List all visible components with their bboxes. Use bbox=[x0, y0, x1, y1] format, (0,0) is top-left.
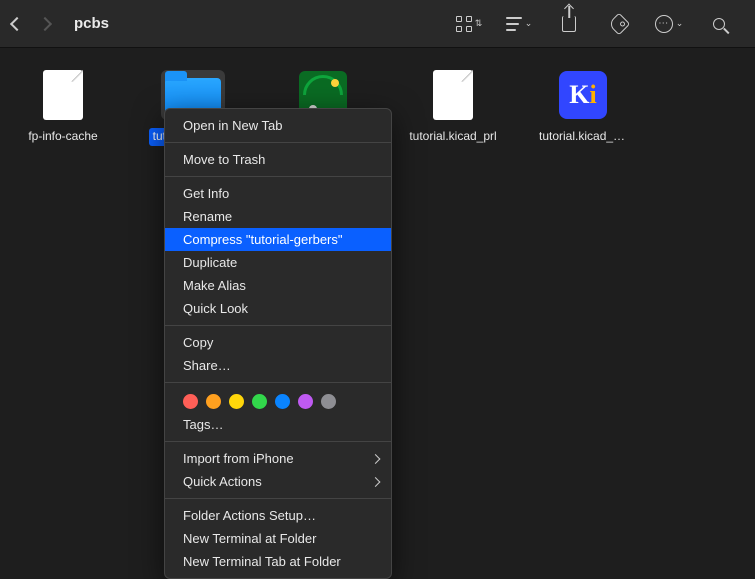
view-icons-button[interactable]: ⇅ bbox=[453, 8, 485, 40]
window-title: pcbs bbox=[74, 15, 109, 32]
document-icon bbox=[433, 70, 473, 120]
file-item[interactable]: fp-info-cache bbox=[18, 70, 108, 146]
tag-purple[interactable] bbox=[298, 394, 313, 409]
menu-separator bbox=[165, 142, 391, 143]
search-icon bbox=[713, 18, 725, 30]
menu-tags[interactable]: Tags… bbox=[165, 413, 391, 436]
search-button[interactable] bbox=[703, 8, 735, 40]
file-label: fp-info-cache bbox=[24, 128, 101, 146]
back-button[interactable] bbox=[10, 16, 24, 30]
group-by-button[interactable]: ⌄ bbox=[503, 8, 535, 40]
menu-new-terminal-tab[interactable]: New Terminal Tab at Folder bbox=[165, 550, 391, 573]
tags-button[interactable] bbox=[603, 8, 635, 40]
file-label: tutorial.kicad_prl bbox=[405, 128, 500, 146]
chevron-down-icon: ⌄ bbox=[525, 18, 533, 29]
tag-icon bbox=[608, 12, 631, 35]
menu-share[interactable]: Share… bbox=[165, 354, 391, 377]
tag-yellow[interactable] bbox=[229, 394, 244, 409]
menu-separator bbox=[165, 498, 391, 499]
menu-make-alias[interactable]: Make Alias bbox=[165, 274, 391, 297]
more-icon: ⋯ bbox=[655, 15, 673, 33]
menu-new-terminal[interactable]: New Terminal at Folder bbox=[165, 527, 391, 550]
document-icon bbox=[43, 70, 83, 120]
menu-tag-colors bbox=[165, 388, 391, 413]
kicad-icon: Ki bbox=[559, 71, 607, 119]
menu-get-info[interactable]: Get Info bbox=[165, 182, 391, 205]
chevron-down-icon: ⌄ bbox=[676, 18, 684, 29]
file-item[interactable]: tutorial.kicad_prl bbox=[408, 70, 498, 146]
menu-import-iphone[interactable]: Import from iPhone bbox=[165, 447, 391, 470]
menu-folder-actions[interactable]: Folder Actions Setup… bbox=[165, 504, 391, 527]
toolbar: pcbs ⇅ ⌄ ⋯⌄ bbox=[0, 0, 755, 48]
share-icon bbox=[562, 16, 576, 32]
menu-duplicate[interactable]: Duplicate bbox=[165, 251, 391, 274]
forward-button[interactable] bbox=[38, 16, 52, 30]
menu-move-to-trash[interactable]: Move to Trash bbox=[165, 148, 391, 171]
menu-compress[interactable]: Compress "tutorial-gerbers" bbox=[165, 228, 391, 251]
updown-icon: ⇅ bbox=[475, 18, 483, 29]
menu-separator bbox=[165, 441, 391, 442]
menu-copy[interactable]: Copy bbox=[165, 331, 391, 354]
menu-quick-actions[interactable]: Quick Actions bbox=[165, 470, 391, 493]
menu-quick-look[interactable]: Quick Look bbox=[165, 297, 391, 320]
tag-blue[interactable] bbox=[275, 394, 290, 409]
file-item[interactable]: Ki tutorial.kicad_pro bbox=[538, 70, 628, 146]
menu-separator bbox=[165, 382, 391, 383]
file-label: tutorial.kicad_pro bbox=[535, 128, 631, 146]
menu-separator bbox=[165, 176, 391, 177]
tag-red[interactable] bbox=[183, 394, 198, 409]
menu-rename[interactable]: Rename bbox=[165, 205, 391, 228]
tag-gray[interactable] bbox=[321, 394, 336, 409]
context-menu: Open in New Tab Move to Trash Get Info R… bbox=[164, 108, 392, 579]
tag-green[interactable] bbox=[252, 394, 267, 409]
share-button[interactable] bbox=[553, 8, 585, 40]
menu-separator bbox=[165, 325, 391, 326]
tag-orange[interactable] bbox=[206, 394, 221, 409]
menu-open-new-tab[interactable]: Open in New Tab bbox=[165, 114, 391, 137]
more-button[interactable]: ⋯⌄ bbox=[653, 8, 685, 40]
